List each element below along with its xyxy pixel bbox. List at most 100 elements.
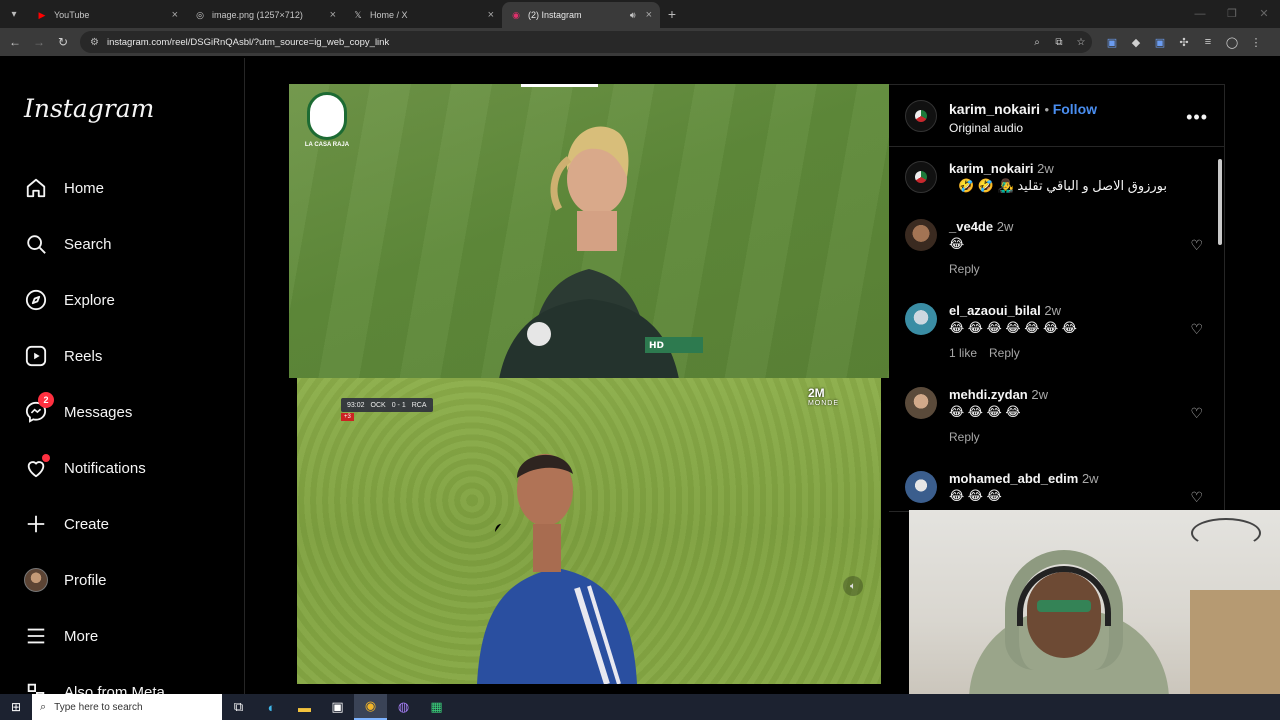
comment-text: 😂 — [949, 236, 965, 251]
close-tab-icon[interactable]: × — [330, 9, 336, 21]
like-heart-icon[interactable]: ♡ — [1190, 237, 1203, 254]
comment-username[interactable]: _ve4de — [949, 219, 993, 234]
kebab-menu-icon[interactable]: ⋮ — [1244, 36, 1268, 49]
player-figure-image: HD — [499, 126, 703, 379]
svg-text:HD: HD — [649, 341, 664, 351]
store-icon[interactable]: ▣ — [321, 694, 354, 720]
author-username[interactable]: karim_nokairi — [949, 101, 1040, 117]
nav-explore[interactable]: Explore — [24, 284, 115, 316]
compass-icon — [24, 288, 48, 312]
added-time: +3 — [341, 413, 354, 421]
reload-icon[interactable]: ↻ — [51, 35, 75, 49]
mute-icon[interactable]: 🔈︎ — [843, 576, 863, 596]
heart-icon — [24, 454, 50, 480]
speaker-icon[interactable]: 🔊︎ — [630, 10, 636, 21]
nav-label: More — [64, 627, 99, 645]
like-count[interactable]: 1 like — [949, 346, 977, 360]
reply-button[interactable]: Reply — [949, 262, 980, 276]
nav-label: Notifications — [64, 459, 146, 477]
messages-badge: 2 — [38, 392, 54, 408]
avatar[interactable] — [905, 471, 937, 503]
nav-create[interactable]: Create — [24, 508, 109, 540]
tab-image[interactable]: ◎ image.png (1257×712) × — [186, 2, 344, 28]
tab-instagram[interactable]: ◉ (2) Instagram 🔊︎ × — [502, 2, 660, 28]
address-bar[interactable]: ⚙ instagram.com/reel/DSGiRnQAsbl/?utm_so… — [80, 31, 1092, 53]
comments-scrollbar[interactable] — [1218, 159, 1222, 245]
bookmark-star-icon[interactable]: ☆ — [1070, 37, 1092, 48]
messenger-icon: 2 — [24, 392, 54, 424]
nav-profile[interactable]: Profile — [24, 564, 107, 596]
author-avatar[interactable] — [905, 100, 937, 132]
nav-label: Create — [64, 515, 110, 533]
tab-x[interactable]: 𝕏 Home / X × — [344, 2, 502, 28]
nav-label: Search — [64, 235, 112, 253]
plus-icon — [24, 512, 48, 536]
more-options-icon[interactable]: ••• — [1186, 107, 1208, 128]
nav-reels[interactable]: Reels — [24, 340, 102, 372]
avatar[interactable] — [905, 303, 937, 335]
channel-sub: MONDE — [807, 400, 839, 407]
close-tab-icon[interactable]: × — [172, 9, 178, 21]
like-heart-icon[interactable]: ♡ — [1190, 405, 1203, 422]
home-team: OCK — [370, 401, 386, 409]
avatar[interactable] — [905, 219, 937, 251]
file-explorer-icon[interactable]: ▬ — [288, 694, 321, 720]
taskbar-search[interactable]: ⌕ Type here to search — [32, 694, 222, 720]
zoom-icon[interactable]: ⌕ — [1026, 37, 1048, 48]
nav-search[interactable]: Search — [24, 228, 112, 260]
follow-button[interactable]: Follow — [1053, 101, 1097, 117]
puzzle-icon[interactable]: ✣ — [1172, 36, 1196, 49]
comment-username[interactable]: mohamed_abd_edim — [949, 471, 1078, 486]
nav-notifications[interactable]: Notifications — [24, 452, 146, 484]
nav-messages[interactable]: 2 Messages — [24, 392, 132, 428]
forward-icon[interactable]: → — [27, 35, 51, 49]
new-tab-button[interactable]: + — [660, 6, 684, 22]
la-casa-raja-watermark: LA CASA RAJA — [301, 92, 353, 148]
nav-more[interactable]: More — [24, 620, 98, 652]
close-window-icon[interactable]: ✕ — [1248, 0, 1280, 28]
avatar[interactable] — [905, 161, 937, 193]
media-icon[interactable]: ≡ — [1196, 36, 1220, 48]
reply-button[interactable]: Reply — [949, 430, 980, 444]
comment-text: 😂 😂 😂 😂 😂 😂 😂 — [949, 320, 1078, 335]
task-view-icon[interactable]: ⧉ — [222, 694, 255, 720]
tab-youtube[interactable]: ▶ YouTube × — [28, 2, 186, 28]
extension-icon[interactable]: ◆ — [1124, 36, 1148, 49]
nav-label: Profile — [64, 571, 107, 589]
windows-start-icon[interactable]: ⊞ — [0, 700, 32, 714]
reply-button[interactable]: Reply — [989, 346, 1020, 360]
comment-username[interactable]: karim_nokairi — [949, 161, 1034, 176]
back-icon[interactable]: ← — [3, 35, 27, 49]
comment-username[interactable]: mehdi.zydan — [949, 387, 1028, 402]
profile-icon[interactable]: ◯ — [1220, 36, 1244, 49]
reel-video[interactable]: HD LA CASA RAJA 93:02 OCK 0 - 1 RCA +3 2… — [289, 84, 889, 684]
audio-label[interactable]: Original audio — [949, 121, 1097, 135]
like-heart-icon[interactable]: ♡ — [1190, 489, 1203, 506]
minimize-icon[interactable]: — — [1184, 0, 1216, 28]
install-icon[interactable]: ⧉ — [1048, 37, 1070, 48]
tab-search-icon[interactable]: ▾ — [0, 0, 28, 28]
progress-indicator — [521, 84, 598, 87]
extensions-area: ▣ ◆ ▣ ✣ ≡ ◯ ⋮ — [1100, 28, 1268, 56]
app-icon[interactable]: ◍ — [387, 694, 420, 720]
avatar[interactable] — [905, 387, 937, 419]
tab-title: image.png (1257×712) — [212, 10, 303, 20]
nav-label: Reels — [64, 347, 103, 365]
watermark-text: LA CASA RAJA — [304, 142, 350, 148]
translate-extension-icon[interactable]: ▣ — [1100, 36, 1124, 49]
close-tab-icon[interactable]: × — [646, 9, 652, 21]
nav-home[interactable]: Home — [24, 172, 104, 204]
restore-icon[interactable]: ❐ — [1216, 0, 1248, 28]
close-tab-icon[interactable]: × — [488, 9, 494, 21]
chrome-icon[interactable]: ◉ — [354, 694, 387, 720]
home-icon — [24, 176, 48, 200]
globe-icon: ◎ — [196, 9, 204, 20]
instagram-logo[interactable]: Instagram — [24, 94, 154, 123]
comment-username[interactable]: el_azaoui_bilal — [949, 303, 1041, 318]
extension-icon[interactable]: ▣ — [1148, 36, 1172, 49]
app-icon[interactable]: ▦ — [420, 694, 453, 720]
score: 0 - 1 — [391, 401, 406, 409]
site-info-icon[interactable]: ⚙ — [90, 37, 99, 48]
edge-icon[interactable]: ◐ — [255, 694, 288, 720]
like-heart-icon[interactable]: ♡ — [1190, 321, 1203, 338]
